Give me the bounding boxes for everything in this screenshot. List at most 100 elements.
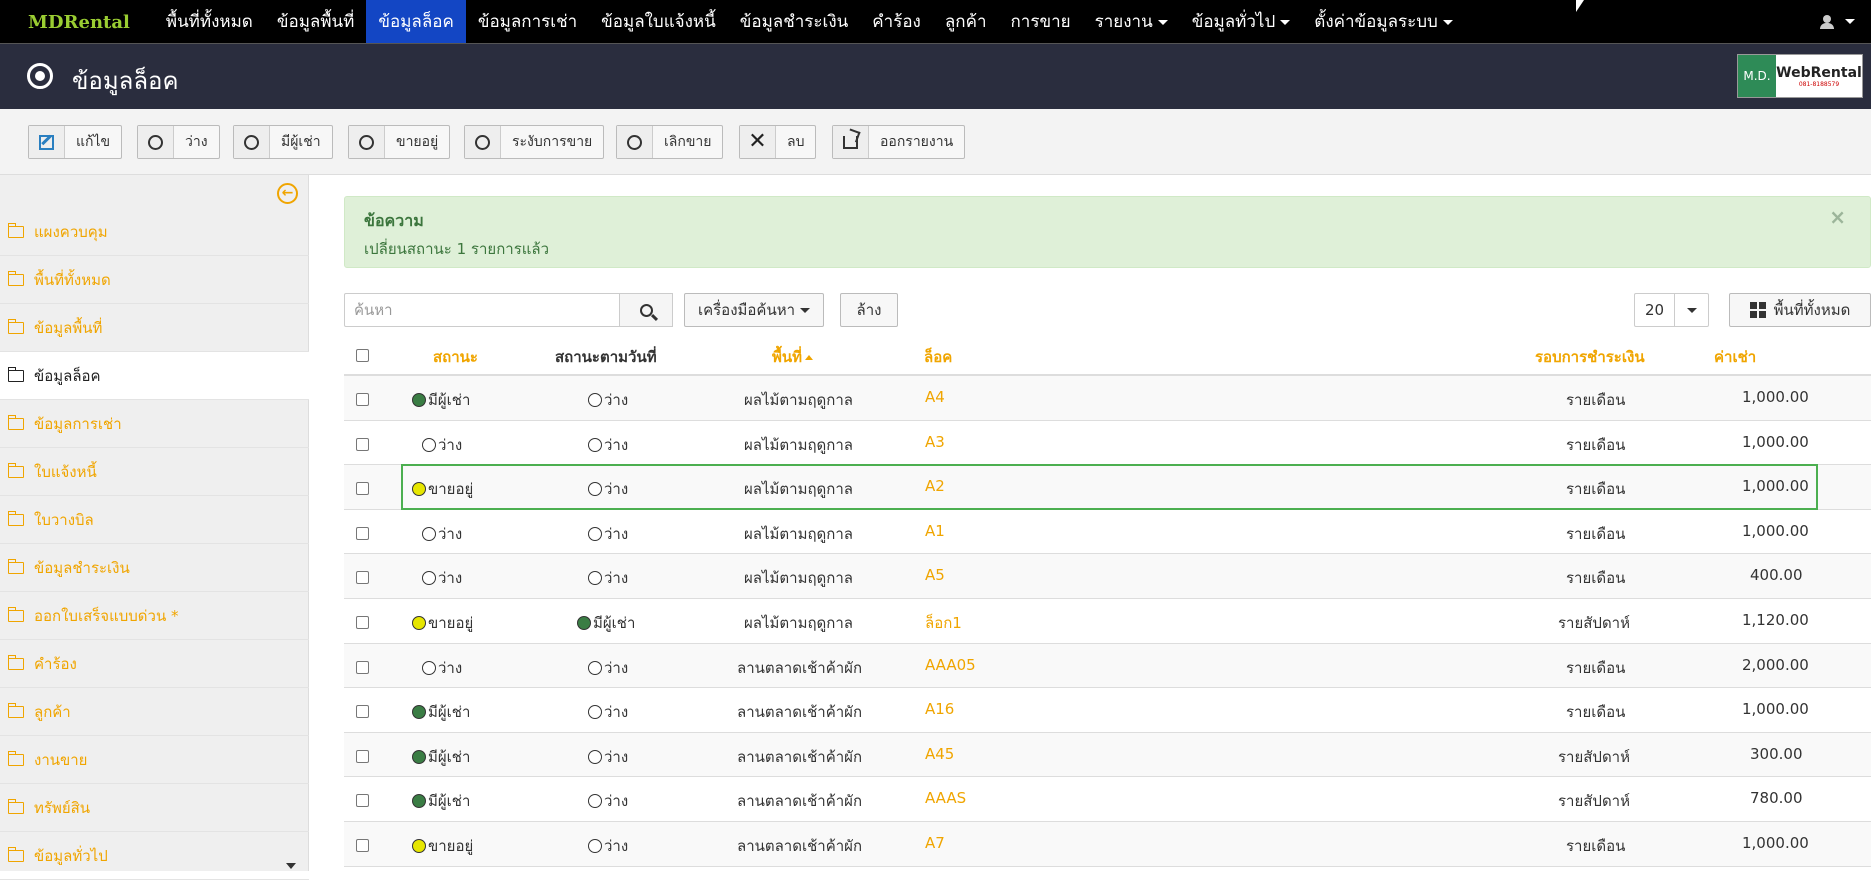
row-checkbox[interactable] bbox=[356, 482, 369, 496]
status-text: ว่าง bbox=[438, 435, 463, 454]
nav-reports-dropdown[interactable]: รายงาน bbox=[1083, 0, 1180, 43]
search-input[interactable]: ค้นหา bbox=[344, 293, 620, 327]
nav-lock-info[interactable]: ข้อมูลล็อค bbox=[366, 0, 466, 43]
sidebar-item-lock-info[interactable]: ข้อมูลล็อค bbox=[0, 352, 309, 400]
sidebar-item-invoices[interactable]: ใบแจ้งหนี้ bbox=[0, 448, 309, 496]
sidebar-item-requests[interactable]: คำร้อง bbox=[0, 640, 309, 688]
lock-link[interactable]: A1 bbox=[925, 522, 945, 540]
sidebar: ← แผงควบคุม พื้นที่ทั้งหมด ข้อมูลพื้นที่… bbox=[0, 175, 309, 880]
lock-link[interactable]: A2 bbox=[925, 477, 945, 495]
nav-general-dropdown[interactable]: ข้อมูลทั่วไป bbox=[1180, 0, 1303, 43]
nav-payment-info[interactable]: ข้อมูลชำระเงิน bbox=[728, 0, 861, 43]
folder-icon bbox=[7, 414, 24, 430]
set-rented-button[interactable]: มีผู้เช่า bbox=[233, 125, 333, 159]
table-row[interactable]: ขายอยู่ มีผู้เช่า ผลไม้ตามฤดูกาล ล็อก1 รายสั… bbox=[344, 599, 1871, 644]
suspend-sale-button[interactable]: ระงับการขาย bbox=[464, 125, 605, 159]
table-row[interactable]: ว่าง ว่าง ผลไม้ตามฤดูกาล A5 รายเดือน 400.00 bbox=[344, 554, 1871, 599]
area-cell: ลานตลาดเช้าค้าผัก bbox=[737, 747, 863, 766]
row-checkbox[interactable] bbox=[356, 660, 369, 674]
nav-invoice-info[interactable]: ข้อมูลใบแจ้งหนี้ bbox=[589, 0, 728, 43]
all-areas-view-button[interactable]: พื้นที่ทั้งหมด bbox=[1729, 293, 1871, 327]
row-checkbox[interactable] bbox=[356, 794, 369, 808]
sidebar-item-label: ข้อมูลพื้นที่ bbox=[34, 318, 103, 337]
table-row[interactable]: ขายอยู่ ว่าง ลานตลาดเช้าค้าผัก A7 รายเดือน 1,… bbox=[344, 821, 1871, 867]
row-checkbox[interactable] bbox=[356, 437, 369, 451]
nav-sales[interactable]: การขาย bbox=[999, 0, 1083, 43]
table-row[interactable]: ว่าง ว่าง ผลไม้ตามฤดูกาล A3 รายเดือน 1,000.00 bbox=[344, 421, 1871, 466]
edit-button[interactable]: แก้ไข bbox=[28, 125, 123, 159]
search-tools-dropdown[interactable]: เครื่องมือค้นหา bbox=[684, 293, 824, 327]
row-checkbox[interactable] bbox=[356, 571, 369, 585]
select-all-checkbox[interactable] bbox=[356, 349, 369, 362]
nav-requests[interactable]: คำร้อง bbox=[860, 0, 933, 43]
row-checkbox[interactable] bbox=[356, 526, 369, 540]
lock-link[interactable]: A4 bbox=[925, 388, 945, 406]
user-menu[interactable] bbox=[1820, 0, 1855, 43]
table-row[interactable]: มีผู้เช่า ว่าง ลานตลาดเช้าค้าผัก A16 รายเดือ… bbox=[344, 688, 1871, 733]
row-checkbox[interactable] bbox=[356, 838, 369, 852]
stop-sale-button[interactable]: เลิกขาย bbox=[616, 125, 724, 159]
folder-icon bbox=[7, 702, 24, 718]
col-lock[interactable]: ล็อค bbox=[924, 345, 952, 369]
lock-link[interactable]: A45 bbox=[925, 745, 954, 763]
scroll-down-icon[interactable] bbox=[286, 863, 296, 869]
table-row[interactable]: ขายอยู่ ว่าง ผลไม้ตามฤดูกาล A2 รายเดือน 1,000… bbox=[344, 465, 1871, 510]
lock-link[interactable]: A5 bbox=[925, 566, 945, 584]
status-dot-icon bbox=[588, 794, 602, 809]
table-row[interactable]: มีผู้เช่า ว่าง ลานตลาดเช้าค้าผัก AAAS รายสัป… bbox=[344, 777, 1871, 822]
lock-link[interactable]: ล็อก1 bbox=[925, 611, 962, 635]
lock-link[interactable]: AAA05 bbox=[925, 656, 976, 674]
row-checkbox[interactable] bbox=[356, 615, 369, 629]
export-report-button[interactable]: ออกรายงาน bbox=[832, 125, 966, 159]
nav-all-areas[interactable]: พื้นที่ทั้งหมด bbox=[154, 0, 265, 43]
sidebar-item-all-areas[interactable]: พื้นที่ทั้งหมด bbox=[0, 256, 309, 304]
sidebar-item-customers[interactable]: ลูกค้า bbox=[0, 688, 309, 736]
lock-link[interactable]: A7 bbox=[925, 834, 945, 852]
arrow-left-circle-icon[interactable]: ← bbox=[277, 183, 298, 204]
sidebar-item-rental-info[interactable]: ข้อมูลการเช่า bbox=[0, 400, 309, 448]
sidebar-item-quick-receipt[interactable]: ออกใบเสร็จแบบด่วน * bbox=[0, 592, 309, 640]
nav-settings-dropdown[interactable]: ตั้งค่าข้อมูลระบบ bbox=[1302, 0, 1465, 43]
clear-button[interactable]: ล้าง bbox=[840, 293, 898, 327]
nav-area-info[interactable]: ข้อมูลพื้นที่ bbox=[265, 0, 367, 43]
table-row[interactable]: มีผู้เช่า ว่าง ลานตลาดเช้าค้าผัก A45 รายสัปด… bbox=[344, 732, 1871, 778]
lock-link[interactable]: AAAS bbox=[925, 789, 966, 807]
row-checkbox[interactable] bbox=[356, 705, 369, 719]
sidebar-item-general-info[interactable]: ข้อมูลทั่วไป bbox=[0, 832, 309, 880]
row-checkbox[interactable] bbox=[356, 749, 369, 763]
edit-icon bbox=[39, 134, 54, 150]
col-billing-cycle[interactable]: รอบการชำระเงิน bbox=[1535, 345, 1645, 369]
col-rent[interactable]: ค่าเช่า bbox=[1714, 345, 1756, 369]
table-row[interactable]: มีผู้เช่า ว่าง ผลไม้ตามฤดูกาล A4 รายเดือน 1,0… bbox=[344, 376, 1871, 421]
page-title: ข้อมูลล็อค bbox=[72, 67, 179, 95]
page-size-select[interactable]: 20 bbox=[1634, 293, 1709, 327]
nav-rental-info[interactable]: ข้อมูลการเช่า bbox=[466, 0, 589, 43]
sidebar-item-dashboard[interactable]: แผงควบคุม bbox=[0, 208, 309, 256]
sidebar-item-sales-work[interactable]: งานขาย bbox=[0, 736, 309, 784]
col-area[interactable]: พื้นที่ bbox=[772, 345, 814, 369]
close-icon[interactable]: × bbox=[1829, 205, 1846, 229]
brand-logo[interactable]: MDRental bbox=[0, 0, 154, 43]
table-row[interactable]: ว่าง ว่าง ผลไม้ตามฤดูกาล A1 รายเดือน 1,000.00 bbox=[344, 510, 1871, 555]
chevron-down-icon bbox=[1442, 19, 1453, 25]
sidebar-item-payment-info[interactable]: ข้อมูลชำระเงิน bbox=[0, 544, 309, 592]
nav-customers[interactable]: ลูกค้า bbox=[933, 0, 999, 43]
col-status-by-date: สถานะตามวันที่ bbox=[555, 348, 657, 366]
row-checkbox[interactable] bbox=[356, 393, 369, 406]
sidebar-item-assets[interactable]: ทรัพย์สิน bbox=[0, 784, 309, 832]
status-dot-icon bbox=[422, 437, 436, 452]
search-button[interactable] bbox=[619, 293, 673, 327]
set-selling-button[interactable]: ขายอยู่ bbox=[348, 125, 451, 159]
table-row[interactable]: ว่าง ว่าง ลานตลาดเช้าค้าผัก AAA05 รายเดือน 2,… bbox=[344, 643, 1871, 689]
delete-button[interactable]: ✕ ลบ bbox=[739, 125, 817, 159]
col-status[interactable]: สถานะ bbox=[433, 345, 478, 369]
lock-link[interactable]: A16 bbox=[925, 700, 954, 718]
chevron-down-icon bbox=[1157, 19, 1168, 25]
set-vacant-button[interactable]: ว่าง bbox=[137, 125, 220, 159]
company-logo: M.D. WebRental 081-8188579 bbox=[1737, 54, 1863, 98]
status-dot-icon bbox=[588, 526, 602, 541]
delete-label: ลบ bbox=[787, 134, 805, 150]
lock-link[interactable]: A3 bbox=[925, 433, 945, 451]
sidebar-item-area-info[interactable]: ข้อมูลพื้นที่ bbox=[0, 304, 309, 352]
sidebar-item-billing-notes[interactable]: ใบวางบิล bbox=[0, 496, 309, 544]
